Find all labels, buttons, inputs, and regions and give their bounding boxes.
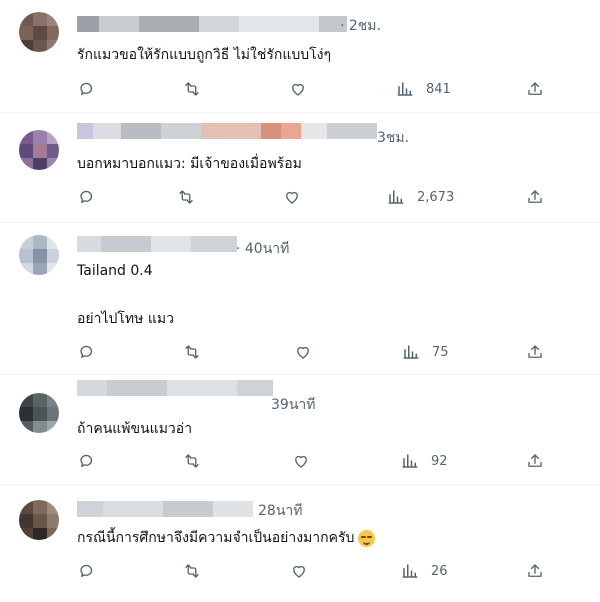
retweet-button[interactable]: [177, 185, 195, 209]
reply-button[interactable]: [78, 77, 96, 101]
like-button[interactable]: [283, 185, 301, 209]
views-button[interactable]: 2,673: [387, 185, 454, 209]
tweet[interactable]: · 40นาที Tailand 0.4 อย่าไปโทษ แมว 75: [0, 223, 600, 375]
views-count: 841: [426, 81, 451, 97]
tweet-timestamp[interactable]: · 2ชม.: [340, 15, 381, 37]
views-count: 26: [431, 563, 448, 579]
heart-icon: [292, 83, 304, 96]
reply-button[interactable]: [78, 185, 96, 209]
share-icon: [528, 564, 542, 577]
views-button[interactable]: 841: [396, 77, 451, 101]
tweet-actions: 26: [74, 559, 554, 583]
tweet-text-line-2: อย่าไปโทษ แมว: [77, 311, 174, 327]
reply-icon: [80, 345, 93, 358]
analytics-icon: [397, 82, 413, 96]
author-name-redacted[interactable]: [77, 501, 253, 517]
tweet-timestamp[interactable]: 28นาที: [258, 500, 302, 522]
retweet-icon: [185, 564, 199, 578]
tweet-actions: 92: [74, 449, 554, 473]
retweet-button[interactable]: [183, 559, 201, 583]
tweet-actions: 2,673: [74, 185, 554, 209]
views-count: 2,673: [417, 189, 455, 205]
tweet[interactable]: 28นาที กรณีนี้การศึกษาจึงมีความจำเป็นอย่…: [0, 485, 600, 602]
views-button[interactable]: 26: [401, 559, 448, 583]
retweet-button[interactable]: [183, 340, 201, 364]
share-button[interactable]: [526, 340, 544, 364]
tweet[interactable]: 3ชม. บอกหมาบอกแมว: มีเจ้าของเมื่อพร้อม 2…: [0, 113, 600, 223]
retweet-icon: [185, 454, 199, 468]
author-name-redacted[interactable]: [77, 123, 377, 139]
timeline-feed: · 2ชม. รักแมวขอให้รักแบบถูกวิธี ไม่ใช่รั…: [0, 0, 600, 602]
retweet-icon: [185, 82, 199, 96]
views-button[interactable]: 75: [402, 340, 449, 364]
views-button[interactable]: 92: [401, 449, 448, 473]
reply-icon: [80, 190, 93, 203]
analytics-icon: [402, 454, 418, 468]
avatar[interactable]: [19, 12, 59, 52]
author-name-redacted[interactable]: [77, 236, 237, 252]
reply-icon: [80, 454, 93, 467]
reply-icon: [80, 82, 93, 95]
like-button[interactable]: [289, 77, 307, 101]
tweet-text: รักแมวขอให้รักแบบถูกวิธี ไม่ใช่รักแบบโง่…: [77, 47, 332, 63]
tweet-text: Tailand 0.4: [77, 263, 153, 279]
heart-icon: [293, 565, 305, 578]
heart-icon: [295, 455, 307, 468]
analytics-icon: [388, 190, 404, 204]
share-button[interactable]: [526, 559, 544, 583]
tweet[interactable]: · 2ชม. รักแมวขอให้รักแบบถูกวิธี ไม่ใช่รั…: [0, 0, 600, 113]
author-name-redacted[interactable]: [77, 380, 273, 396]
reply-button[interactable]: [78, 449, 96, 473]
reply-icon: [80, 564, 93, 577]
like-button[interactable]: [290, 559, 308, 583]
tweet-text: ถ้าคนแพ้ขนแมวอ่า: [77, 421, 193, 437]
views-count: 75: [432, 344, 449, 360]
share-button[interactable]: [526, 185, 544, 209]
tweet-timestamp[interactable]: · 40นาที: [236, 238, 289, 260]
tweet[interactable]: 39นาที ถ้าคนแพ้ขนแมวอ่า 92: [0, 375, 600, 485]
author-name-redacted[interactable]: [77, 16, 347, 32]
retweet-icon: [179, 190, 193, 204]
like-button[interactable]: [294, 340, 312, 364]
share-button[interactable]: [526, 449, 544, 473]
avatar[interactable]: [19, 393, 59, 433]
share-icon: [528, 454, 542, 467]
reply-button[interactable]: [78, 559, 96, 583]
tweet-text: บอกหมาบอกแมว: มีเจ้าของเมื่อพร้อม: [77, 156, 302, 172]
retweet-button[interactable]: [183, 77, 201, 101]
reply-button[interactable]: [78, 340, 96, 364]
avatar[interactable]: [19, 235, 59, 275]
heart-icon: [286, 191, 298, 204]
like-button[interactable]: [292, 449, 310, 473]
share-icon: [528, 190, 542, 203]
tweet-timestamp[interactable]: 3ชม.: [377, 127, 409, 149]
share-icon: [528, 82, 542, 95]
tweet-actions: 75: [74, 340, 554, 364]
analytics-icon: [402, 564, 418, 578]
avatar[interactable]: [19, 130, 59, 170]
retweet-button[interactable]: [183, 449, 201, 473]
share-icon: [528, 345, 542, 358]
views-count: 92: [431, 453, 448, 469]
avatar[interactable]: [19, 500, 59, 540]
analytics-icon: [403, 345, 419, 359]
smirking-face-icon: [358, 529, 376, 547]
tweet-actions: 841: [74, 77, 554, 101]
heart-icon: [297, 346, 309, 359]
tweet-text: กรณีนี้การศึกษาจึงมีความจำเป็นอย่างมากคร…: [77, 527, 376, 549]
tweet-timestamp[interactable]: 39นาที: [271, 394, 315, 416]
share-button[interactable]: [526, 77, 544, 101]
retweet-icon: [185, 345, 199, 359]
tweet-text-body: กรณีนี้การศึกษาจึงมีความจำเป็นอย่างมากคร…: [77, 530, 355, 546]
